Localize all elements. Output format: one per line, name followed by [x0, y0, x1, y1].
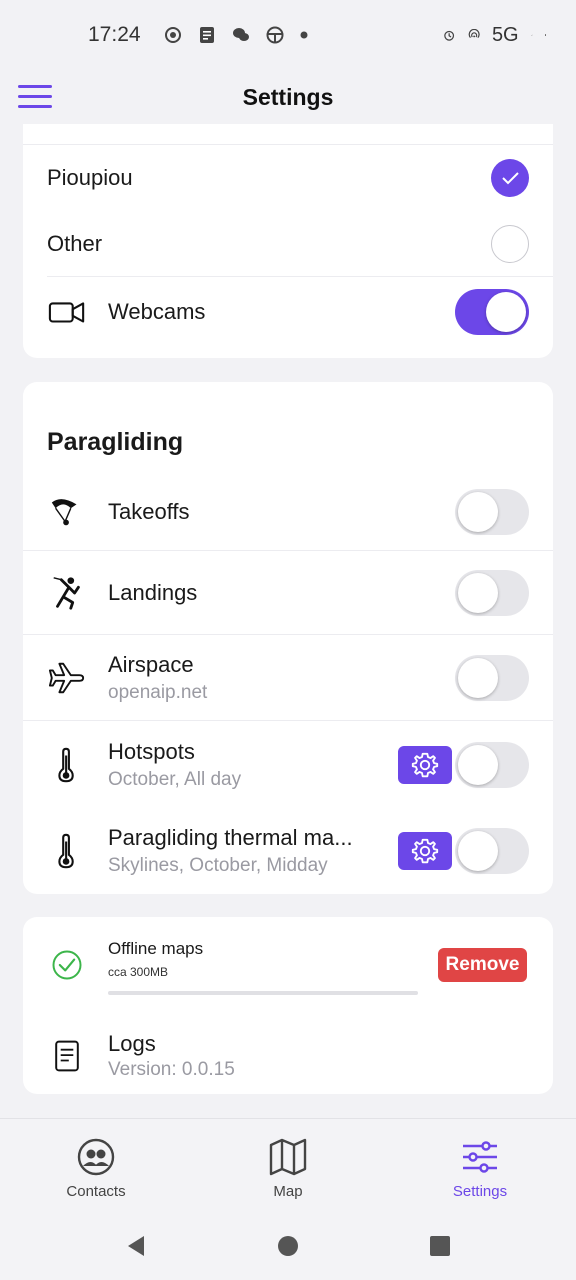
offline-maps-row: Offline maps cca 300MB Remove — [23, 917, 553, 1013]
status-bar: 17:24 5G — [0, 0, 576, 70]
offline-maps-size: cca 300MB — [108, 965, 169, 979]
source-row-pioupiou[interactable]: Pioupiou — [23, 146, 553, 210]
nav-contacts[interactable]: Contacts — [0, 1119, 192, 1212]
landings-label: Landings — [108, 580, 198, 605]
nav-settings[interactable]: Settings — [384, 1119, 576, 1212]
sources-card: Pioupiou Other Webcams — [23, 124, 553, 358]
check-icon — [502, 172, 519, 185]
pioupiou-checkbox[interactable] — [491, 159, 529, 197]
thermal-map-sub: Skylines, October, Midday — [108, 855, 328, 876]
nav-label: Map — [273, 1183, 303, 1200]
nav-label: Settings — [452, 1183, 508, 1200]
logs-version: Version: 0.0.15 — [108, 1058, 235, 1080]
record-icon — [164, 27, 181, 43]
hotspots-settings-button[interactable] — [398, 746, 452, 784]
video-camera-icon — [47, 292, 87, 332]
battery-icon — [544, 33, 546, 37]
bottom-navigation: Contacts Map Settings — [0, 1118, 576, 1212]
system-icons: 5G — [443, 24, 546, 47]
network-type: 5G — [491, 23, 519, 46]
airspace-toggle[interactable] — [455, 655, 529, 701]
other-checkbox[interactable] — [491, 225, 529, 263]
hotspots-text: Hotspots October, All day — [108, 739, 241, 791]
thermometer-icon — [47, 745, 87, 785]
sliders-icon — [463, 1141, 497, 1173]
thermal-map-text: Paragliding thermal ma... Skylines, Octo… — [108, 825, 353, 877]
recents-icon[interactable] — [428, 1234, 452, 1258]
webcams-label: Webcams — [108, 299, 206, 324]
thermometer-icon — [47, 831, 87, 871]
status-time: 17:24 — [88, 23, 141, 46]
hamburger-menu-icon[interactable] — [18, 78, 54, 114]
takeoffs-row[interactable]: Takeoffs — [23, 474, 553, 550]
system-navigation — [0, 1212, 576, 1280]
airspace-label: Airspace — [108, 652, 194, 677]
notification-icons — [163, 25, 309, 45]
source-label: Other — [47, 231, 103, 256]
takeoffs-toggle[interactable] — [455, 489, 529, 535]
webcams-toggle[interactable] — [455, 289, 529, 335]
map-icon — [269, 1138, 307, 1176]
section-title: Paragliding — [47, 428, 184, 456]
remove-button[interactable]: Remove — [438, 948, 527, 982]
offline-maps-progress — [108, 991, 418, 995]
contacts-icon — [77, 1138, 115, 1176]
alarm-icon — [444, 30, 455, 41]
source-label: Pioupiou — [47, 165, 133, 190]
airspace-text: Airspace openaip.net — [108, 652, 207, 704]
offline-maps-title: Offline maps — [108, 939, 204, 958]
hotspots-label: Hotspots — [108, 739, 195, 764]
logs-row[interactable]: Logs Version: 0.0.15 — [23, 1017, 553, 1094]
hotspots-toggle[interactable] — [455, 742, 529, 788]
document-icon — [47, 1036, 87, 1076]
back-icon[interactable] — [124, 1234, 148, 1258]
hotspots-sub: October, All day — [108, 769, 242, 790]
offline-maps-text: Offline maps cca 300MB — [108, 939, 203, 979]
paraglider-icon — [47, 492, 87, 532]
page-title: Settings — [242, 83, 334, 110]
takeoffs-label: Takeoffs — [108, 499, 190, 524]
signal-icon — [530, 34, 533, 36]
note-icon — [199, 27, 214, 43]
check-circle-icon — [47, 945, 87, 985]
logs-label: Logs — [108, 1030, 156, 1056]
storage-card: Offline maps cca 300MB Remove Logs Versi… — [23, 917, 553, 1094]
chat-icon — [232, 28, 249, 41]
paragliding-card: Paragliding Takeoffs Landings Airspace o… — [23, 382, 553, 894]
thermal-map-row[interactable]: Paragliding thermal ma... Skylines, Octo… — [23, 808, 553, 894]
airspace-row[interactable]: Airspace openaip.net — [23, 636, 553, 720]
thermal-map-toggle[interactable] — [455, 828, 529, 874]
landing-person-icon — [47, 573, 87, 613]
source-row-other[interactable]: Other — [23, 212, 553, 276]
settings-scroll[interactable]: Pioupiou Other Webcams Paragliding Takeo… — [0, 124, 576, 1118]
airspace-sub: openaip.net — [108, 682, 208, 703]
nav-map[interactable]: Map — [192, 1119, 384, 1212]
hotspots-row[interactable]: Hotspots October, All day — [23, 722, 553, 808]
logs-text: Logs Version: 0.0.15 — [108, 1031, 235, 1081]
steering-wheel-icon — [266, 26, 284, 44]
webcams-row[interactable]: Webcams — [23, 278, 553, 346]
app-bar: Settings — [0, 70, 576, 124]
hotspot-icon — [468, 28, 480, 38]
landings-row[interactable]: Landings — [23, 552, 553, 634]
nav-label: Contacts — [66, 1183, 126, 1200]
thermal-map-label: Paragliding thermal ma... — [108, 825, 353, 850]
airplane-icon — [47, 658, 87, 698]
gear-icon — [411, 752, 439, 778]
home-icon[interactable] — [276, 1234, 300, 1258]
dot-icon — [300, 31, 308, 39]
gear-icon — [411, 838, 439, 864]
thermal-map-settings-button[interactable] — [398, 832, 452, 870]
landings-toggle[interactable] — [455, 570, 529, 616]
